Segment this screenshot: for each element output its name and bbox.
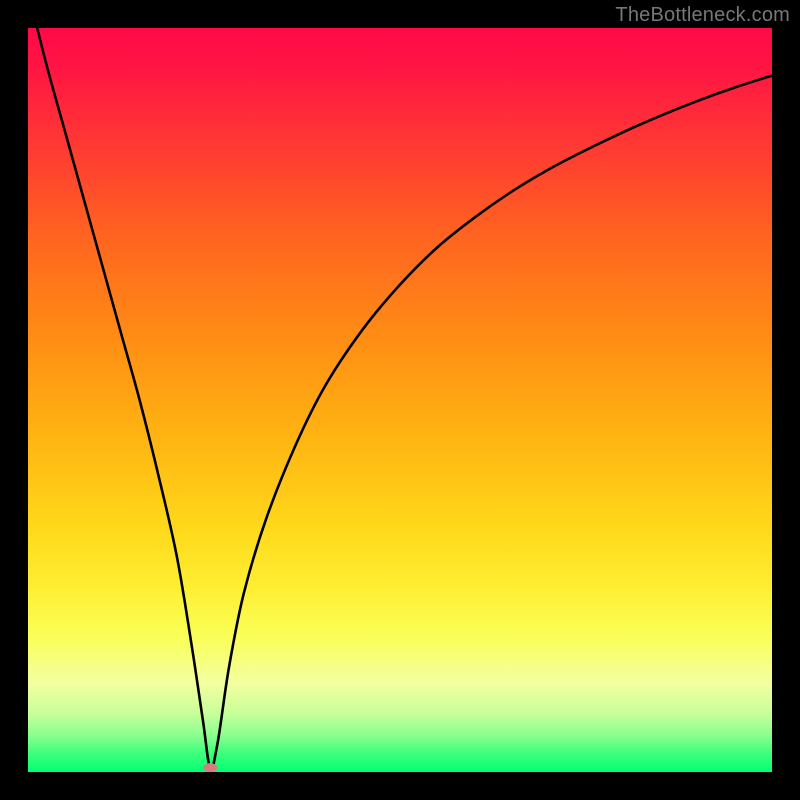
plot-area xyxy=(28,28,772,772)
watermark-text: TheBottleneck.com xyxy=(615,4,790,27)
bottleneck-curve xyxy=(28,28,772,769)
notch-marker xyxy=(203,763,217,772)
curve-layer xyxy=(28,28,772,772)
